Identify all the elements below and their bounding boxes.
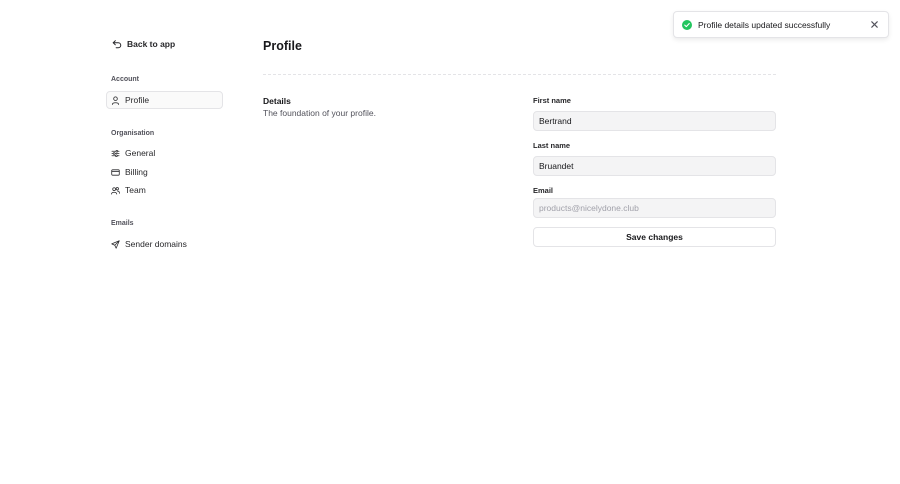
save-changes-button[interactable]: Save changes (533, 227, 776, 247)
first-name-label: First name (533, 96, 571, 105)
email-input (533, 198, 776, 218)
back-to-app-label: Back to app (127, 39, 176, 49)
users-icon (111, 186, 120, 194)
check-circle-icon (682, 19, 692, 30)
sidebar-item-billing[interactable]: Billing (106, 163, 223, 181)
sidebar-item-profile[interactable]: Profile (106, 91, 223, 109)
first-name-input[interactable] (533, 111, 776, 131)
sidebar-item-label: Billing (125, 167, 148, 177)
back-to-app-link[interactable]: Back to app (112, 39, 175, 49)
section-title: Details (263, 96, 291, 106)
sidebar-item-general[interactable]: General (106, 144, 223, 162)
sidebar-item-sender-domains[interactable]: Sender domains (106, 235, 223, 253)
email-label: Email (533, 186, 554, 195)
group-label-account: Account (111, 76, 139, 83)
page-title: Profile (263, 39, 302, 53)
toast-message: Profile details updated successfully (698, 19, 831, 30)
sidebar-item-label: General (125, 148, 156, 158)
last-name-label: Last name (533, 141, 571, 150)
close-icon[interactable] (870, 20, 879, 29)
sidebar-item-label: Profile (125, 95, 150, 105)
section-description: The foundation of your profile. (263, 108, 376, 118)
credit-card-icon (111, 168, 120, 176)
group-label-emails: Emails (111, 220, 134, 227)
send-icon (111, 239, 120, 249)
success-toast: Profile details updated successfully (673, 11, 889, 38)
undo-arrow-icon (112, 40, 122, 49)
section-divider (263, 74, 776, 75)
sidebar-item-label: Team (125, 185, 146, 195)
sliders-icon (111, 149, 120, 157)
user-icon (111, 95, 120, 105)
sidebar-item-team[interactable]: Team (106, 181, 223, 199)
last-name-input[interactable] (533, 156, 776, 176)
group-label-organisation: Organisation (111, 130, 155, 137)
sidebar-item-label: Sender domains (125, 239, 187, 249)
